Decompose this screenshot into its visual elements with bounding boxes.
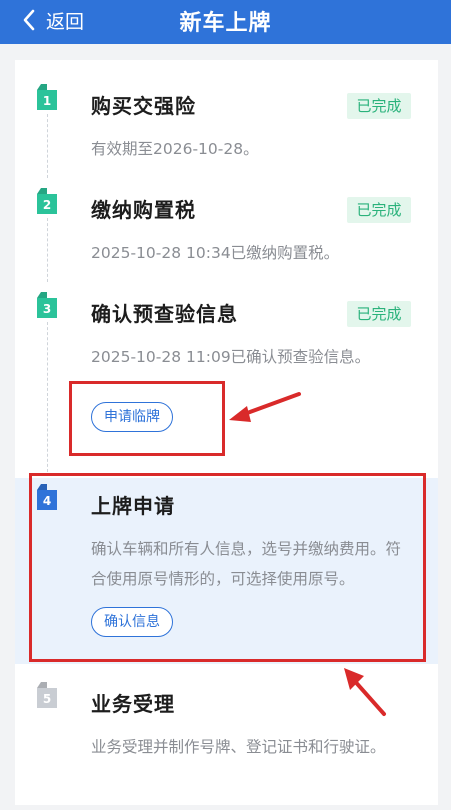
timeline-connector [47,322,48,472]
annotation-box-apply-plate [69,381,225,456]
timeline-connector [47,218,48,282]
step-title: 确认预查验信息 [91,302,238,326]
step-number-badge: 5 [37,688,57,708]
step-description: 2025-10-28 11:09已确认预查验信息。 [91,348,371,366]
top-nav-bar: 返回 新车上牌 [0,0,451,44]
status-badge: 已完成 [347,93,411,119]
red-arrow-icon [344,668,386,716]
step-title: 购买交强险 [91,94,196,118]
step-number-badge: 3 [37,298,57,318]
annotation-box-plate-application [29,473,426,662]
step-title: 业务受理 [91,692,175,716]
status-badge: 已完成 [347,301,411,327]
step-1: 1 购买交强险 已完成 有效期至2026-10-28。 [15,78,438,178]
step-2: 2 缴纳购置税 已完成 2025-10-28 10:34已缴纳购置税。 [15,182,438,282]
step-description: 有效期至2026-10-28。 [91,140,259,158]
status-badge: 已完成 [347,197,411,223]
step-title: 缴纳购置税 [91,198,196,222]
red-arrow-icon [229,392,301,422]
page-title: 新车上牌 [179,11,272,36]
step-number-badge: 2 [37,194,57,214]
step-description: 业务受理并制作号牌、登记证书和行驶证。 [91,738,386,756]
step-number-badge: 1 [37,90,57,110]
step-description: 2025-10-28 10:34已缴纳购置税。 [91,244,340,262]
timeline-connector [47,114,48,178]
